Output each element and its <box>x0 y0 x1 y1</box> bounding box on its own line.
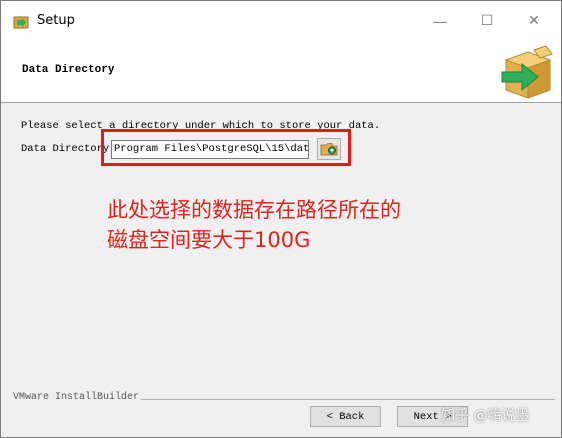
minimize-button[interactable]: — <box>417 1 463 40</box>
page-header: Data Directory <box>1 40 561 103</box>
minimize-icon: — <box>433 12 447 29</box>
title-bar: Setup — ☐ ✕ <box>1 1 561 40</box>
installer-box-arrow-icon <box>501 45 553 99</box>
highlight-annotation-box <box>101 129 351 166</box>
close-icon: ✕ <box>528 12 540 28</box>
watermark: 知乎 @嗨说墨 <box>441 408 530 424</box>
footer-divider <box>141 399 555 400</box>
maximize-button[interactable]: ☐ <box>464 1 510 40</box>
close-button[interactable]: ✕ <box>511 1 557 40</box>
maximize-icon: ☐ <box>480 12 494 28</box>
annotation-line-2: 磁盘空间要大于100G <box>107 228 311 252</box>
setup-window: Setup — ☐ ✕ Data Directory Please select… <box>0 0 562 438</box>
data-directory-label: Data Directory <box>21 143 110 155</box>
page-title: Data Directory <box>22 64 115 76</box>
back-button[interactable]: < Back <box>310 406 381 427</box>
setup-app-icon <box>13 16 29 29</box>
window-title: Setup <box>37 13 75 28</box>
annotation-line-1: 此处选择的数据存在路径所在的 <box>107 198 401 222</box>
annotation-text: 此处选择的数据存在路径所在的 磁盘空间要大于100G <box>107 195 401 255</box>
installer-brand: VMware InstallBuilder <box>13 392 140 403</box>
